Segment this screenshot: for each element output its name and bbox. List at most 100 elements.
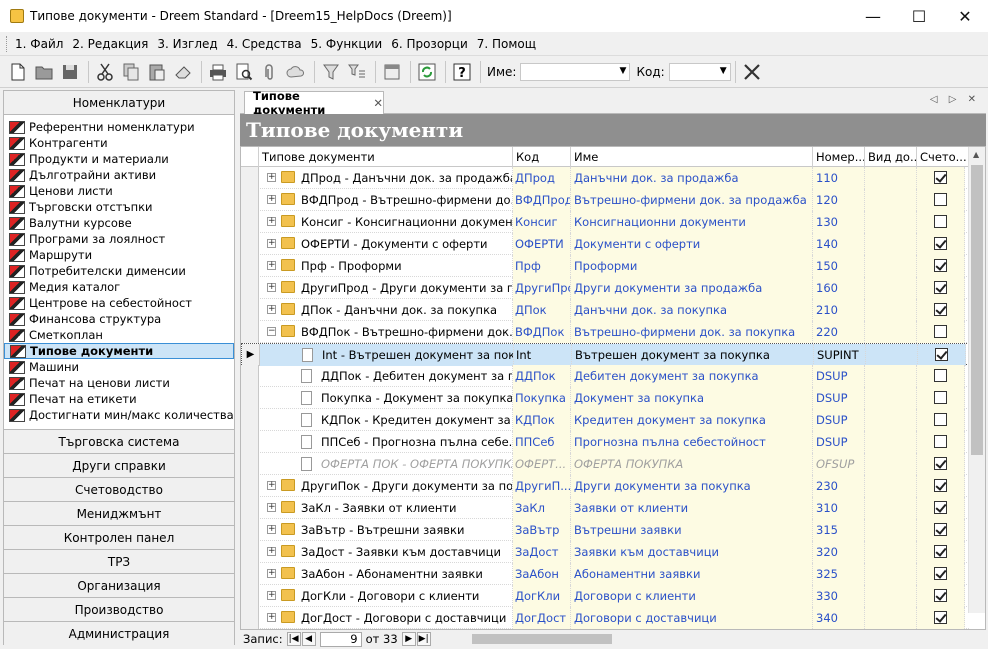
tree-node[interactable]: + Консиг - Консигнационни документи xyxy=(259,211,513,233)
cell-code[interactable]: ОФЕРТ... xyxy=(513,453,571,475)
row-indicator[interactable] xyxy=(241,541,259,563)
tree-node[interactable]: ППСеб - Прогнозна пълна себе... xyxy=(259,431,513,453)
cell-code[interactable]: ДДПок xyxy=(513,365,571,387)
cell-number[interactable]: 120 xyxy=(813,189,865,211)
accounting-checkbox[interactable] xyxy=(934,413,947,426)
cell-accounting[interactable] xyxy=(917,563,965,585)
cell-code[interactable]: ЗаДост xyxy=(513,541,571,563)
clear-filter-icon[interactable] xyxy=(740,60,764,84)
first-record-button[interactable]: |◀ xyxy=(286,632,301,646)
accounting-checkbox[interactable] xyxy=(934,589,947,602)
tree-node[interactable]: + ЗаВътр - Вътрешни заявки xyxy=(259,519,513,541)
menu-help[interactable]: 7. Помощ xyxy=(477,37,536,51)
tree-node[interactable]: ОФЕРТА ПОК - ОФЕРТА ПОКУПКА xyxy=(259,453,513,475)
sidebar-item[interactable]: Сметкоплан xyxy=(4,327,234,343)
table-row[interactable]: + ОФЕРТИ - Документи с оферти ОФЕРТИ Докуме… xyxy=(241,233,969,255)
tree-node[interactable]: + ЗаАбон - Абонаментни заявки xyxy=(259,563,513,585)
expand-icon[interactable]: + xyxy=(267,195,276,204)
open-folder-icon[interactable] xyxy=(32,60,56,84)
expand-icon[interactable]: + xyxy=(267,173,276,182)
cell-code[interactable]: КДПок xyxy=(513,409,571,431)
expand-icon[interactable]: + xyxy=(267,305,276,314)
cell-accounting[interactable] xyxy=(917,607,965,629)
row-indicator[interactable] xyxy=(241,255,259,277)
cell-number[interactable]: DSUP xyxy=(813,409,865,431)
sidebar-item[interactable]: Печат на етикети xyxy=(4,391,234,407)
accounting-checkbox[interactable] xyxy=(934,237,947,250)
cell-doc-kind[interactable] xyxy=(865,585,917,607)
sidebar-item[interactable]: Центрове на себестойност xyxy=(4,295,234,311)
close-icon[interactable]: ✕ xyxy=(373,96,383,110)
cell-accounting[interactable] xyxy=(917,431,965,453)
cell-number[interactable]: 310 xyxy=(813,497,865,519)
expand-icon[interactable]: + xyxy=(267,261,276,270)
row-indicator[interactable]: ▶ xyxy=(242,344,260,366)
table-row[interactable]: + ДругиПок - Други документи за пок... Дру… xyxy=(241,475,969,497)
cell-accounting[interactable] xyxy=(917,497,965,519)
sidebar-section-button[interactable]: Производство xyxy=(4,597,234,621)
tree-node[interactable]: + ЗаДост - Заявки към доставчици xyxy=(259,541,513,563)
accounting-checkbox[interactable] xyxy=(934,193,947,206)
cell-name[interactable]: Договори с доставчици xyxy=(571,607,813,629)
cell-code[interactable]: Прф xyxy=(513,255,571,277)
row-indicator[interactable] xyxy=(241,431,259,453)
sidebar-item[interactable]: Медия каталог xyxy=(4,279,234,295)
tree-node[interactable]: + ДПок - Данъчни док. за покупка xyxy=(259,299,513,321)
expand-icon[interactable]: + xyxy=(267,591,276,600)
tree-node[interactable]: КДПок - Кредитен документ за п... xyxy=(259,409,513,431)
cell-number[interactable]: SUPINT xyxy=(814,344,866,366)
accounting-checkbox[interactable] xyxy=(934,567,947,580)
tree-node[interactable]: ДДПок - Дебитен документ за п... xyxy=(259,365,513,387)
cell-name[interactable]: Кредитен документ за покупка xyxy=(571,409,813,431)
table-row[interactable]: + ДругиПрод - Други документи за п... Друг… xyxy=(241,277,969,299)
tree-node[interactable]: + ДогДост - Договори с доставчици xyxy=(259,607,513,629)
cell-accounting[interactable] xyxy=(917,233,965,255)
accounting-checkbox[interactable] xyxy=(934,435,947,448)
cell-name[interactable]: Вътрешен документ за покупка xyxy=(572,344,814,366)
cell-doc-kind[interactable] xyxy=(865,563,917,585)
cell-accounting[interactable] xyxy=(917,409,965,431)
accounting-checkbox[interactable] xyxy=(934,479,947,492)
table-row[interactable]: + ВФДПрод - Вътрешно-фирмени до... ВФДПрод… xyxy=(241,189,969,211)
cell-number[interactable]: 315 xyxy=(813,519,865,541)
column-header-name[interactable]: Име xyxy=(571,147,813,167)
table-row[interactable]: + ЗаКл - Заявки от клиенти ЗаКл Заявки от к… xyxy=(241,497,969,519)
cell-code[interactable]: ВФДПрод xyxy=(513,189,571,211)
cell-number[interactable]: DSUP xyxy=(813,431,865,453)
row-indicator[interactable] xyxy=(241,409,259,431)
cell-number[interactable]: DSUP xyxy=(813,387,865,409)
tree-node[interactable]: + ДругиПрод - Други документи за п... xyxy=(259,277,513,299)
collapse-icon[interactable]: − xyxy=(267,327,276,336)
column-header-types[interactable]: Типове документи xyxy=(259,147,513,167)
eraser-icon[interactable] xyxy=(171,60,195,84)
table-row[interactable]: КДПок - Кредитен документ за п... КДПок Кр… xyxy=(241,409,969,431)
table-row[interactable]: + Прф - Проформи Прф Проформи 150 xyxy=(241,255,969,277)
cell-name[interactable]: Документи с оферти xyxy=(571,233,813,255)
scroll-up-icon[interactable]: ▲ xyxy=(973,150,979,159)
sidebar-section-button[interactable]: ТРЗ xyxy=(4,549,234,573)
cell-accounting[interactable] xyxy=(917,299,965,321)
cell-number[interactable]: DSUP xyxy=(813,365,865,387)
row-indicator[interactable] xyxy=(241,475,259,497)
cell-number[interactable]: 130 xyxy=(813,211,865,233)
cell-code[interactable]: ЗаАбон xyxy=(513,563,571,585)
cell-accounting[interactable] xyxy=(917,321,965,343)
cell-name[interactable]: Договори с клиенти xyxy=(571,585,813,607)
cell-name[interactable]: Други документи за продажба xyxy=(571,277,813,299)
row-indicator[interactable] xyxy=(241,233,259,255)
cell-doc-kind[interactable] xyxy=(865,321,917,343)
cell-number[interactable]: 320 xyxy=(813,541,865,563)
accounting-checkbox[interactable] xyxy=(934,523,947,536)
column-header-accounting[interactable]: Счето... xyxy=(917,147,969,167)
cell-accounting[interactable] xyxy=(917,453,965,475)
cell-doc-kind[interactable] xyxy=(865,387,917,409)
cell-number[interactable]: 210 xyxy=(813,299,865,321)
accounting-checkbox[interactable] xyxy=(934,303,947,316)
tree-node[interactable]: + ЗаКл - Заявки от клиенти xyxy=(259,497,513,519)
accounting-checkbox[interactable] xyxy=(934,215,947,228)
expand-icon[interactable]: + xyxy=(267,569,276,578)
cell-doc-kind[interactable] xyxy=(865,475,917,497)
sidebar-item[interactable]: Ценови листи xyxy=(4,183,234,199)
table-row[interactable]: + ЗаАбон - Абонаментни заявки ЗаАбон Абонам… xyxy=(241,563,969,585)
cell-name[interactable]: Дебитен документ за покупка xyxy=(571,365,813,387)
